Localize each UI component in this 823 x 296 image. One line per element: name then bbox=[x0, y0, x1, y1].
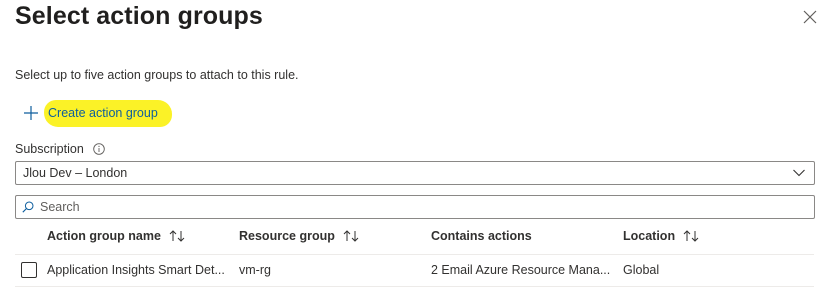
dialog-description: Select up to five action groups to attac… bbox=[15, 68, 299, 82]
close-icon[interactable] bbox=[803, 10, 817, 24]
subscription-label: Subscription bbox=[15, 142, 105, 156]
dialog-title: Select action groups bbox=[15, 2, 263, 30]
chevron-down-icon bbox=[793, 169, 805, 177]
cell-location: Global bbox=[623, 263, 660, 277]
column-header-location[interactable]: Location bbox=[623, 229, 699, 243]
search-input[interactable] bbox=[40, 200, 814, 214]
column-header-label: Action group name bbox=[47, 229, 161, 243]
subscription-dropdown[interactable]: Jlou Dev – London bbox=[15, 161, 815, 185]
column-header-action-group-name[interactable]: Action group name bbox=[47, 229, 185, 243]
cell-contains-actions: 2 Email Azure Resource Mana... bbox=[431, 263, 611, 277]
sort-icon bbox=[169, 230, 185, 242]
row-checkbox[interactable] bbox=[21, 262, 37, 278]
column-header-label: Resource group bbox=[239, 229, 335, 243]
plus-icon bbox=[24, 106, 38, 120]
search-box[interactable] bbox=[15, 195, 815, 219]
column-header-resource-group[interactable]: Resource group bbox=[239, 229, 359, 243]
cell-resource-group: vm-rg bbox=[239, 263, 271, 277]
table-row-divider bbox=[15, 286, 814, 287]
subscription-selected-value: Jlou Dev – London bbox=[23, 166, 128, 180]
info-icon[interactable] bbox=[93, 143, 105, 155]
create-action-group-button[interactable]: Create action group bbox=[18, 97, 172, 129]
column-header-label: Location bbox=[623, 229, 676, 243]
search-icon bbox=[22, 201, 34, 213]
cell-action-group-name: Application Insights Smart Det... bbox=[47, 263, 225, 277]
column-header-label: Contains actions bbox=[431, 229, 532, 243]
sort-icon bbox=[683, 230, 699, 242]
subscription-label-text: Subscription bbox=[15, 142, 84, 156]
column-header-contains-actions: Contains actions bbox=[431, 229, 532, 243]
sort-icon bbox=[343, 230, 359, 242]
create-action-group-label: Create action group bbox=[44, 99, 172, 127]
